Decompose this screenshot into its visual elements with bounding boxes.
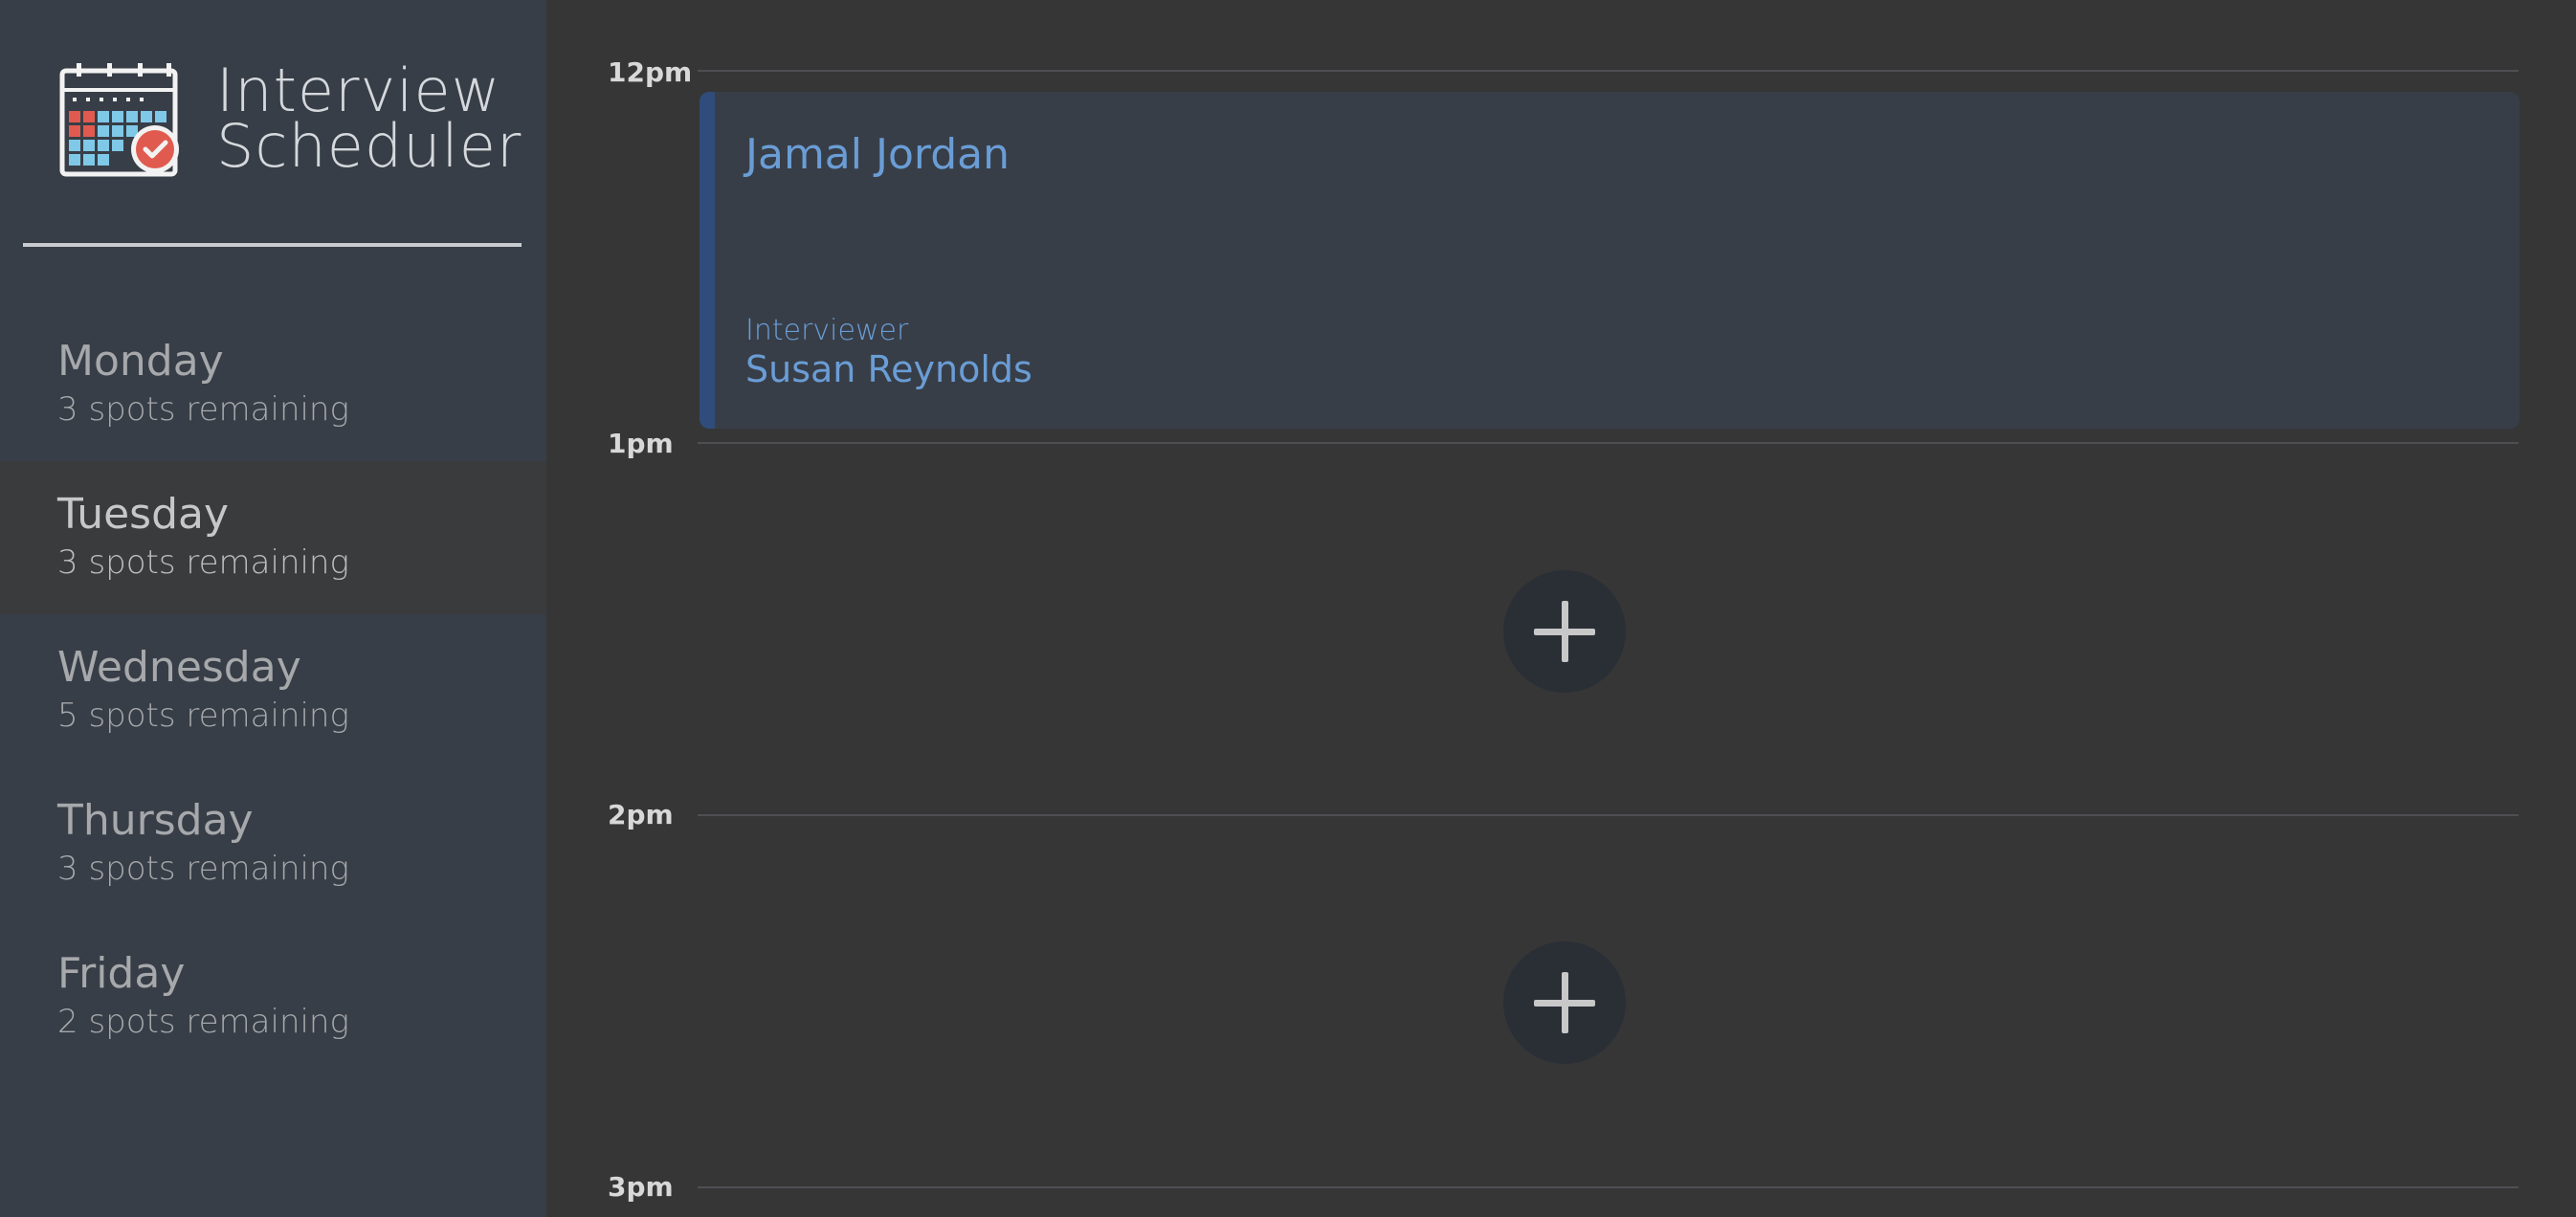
appointment-accent-bar [700, 92, 715, 429]
day-name: Wednesday [57, 643, 301, 692]
day-item-thursday[interactable]: Thursday 3 spots remaining [0, 767, 546, 920]
day-spots: 3 spots remaining [57, 390, 349, 429]
student-name: Jamal Jordan [745, 130, 1010, 179]
day-item-friday[interactable]: Friday 2 spots remaining [0, 920, 546, 1073]
day-item-tuesday[interactable]: Tuesday 3 spots remaining [0, 461, 546, 614]
time-divider [698, 1186, 2519, 1188]
time-divider [698, 814, 2519, 816]
add-appointment-button[interactable] [1503, 570, 1626, 693]
sidebar: Interview Scheduler Monday 3 spots remai… [0, 0, 546, 1217]
day-name: Monday [57, 337, 224, 386]
day-item-wednesday[interactable]: Wednesday 5 spots remaining [0, 614, 546, 767]
sidebar-divider [23, 243, 522, 247]
day-spots: 3 spots remaining [57, 850, 349, 888]
time-label-2pm: 2pm [608, 799, 674, 830]
calendar-check-icon [59, 63, 182, 178]
time-label-1pm: 1pm [608, 428, 674, 459]
day-name: Tuesday [57, 490, 230, 539]
interviewer-label: Interviewer [745, 314, 909, 347]
time-divider [698, 442, 2519, 444]
day-name: Friday [57, 949, 186, 998]
add-appointment-button[interactable] [1503, 941, 1626, 1064]
day-name: Thursday [57, 796, 254, 845]
app-title: Interview Scheduler [216, 61, 522, 181]
time-label-3pm: 3pm [608, 1171, 674, 1203]
time-label-12pm: 12pm [608, 56, 693, 88]
day-spots: 3 spots remaining [57, 543, 349, 582]
day-spots: 5 spots remaining [57, 697, 349, 735]
app-root: Interview Scheduler Monday 3 spots remai… [0, 0, 2576, 1217]
interviewer-name: Susan Reynolds [745, 348, 1033, 390]
appointment-card[interactable]: Jamal Jordan Interviewer Susan Reynolds [700, 92, 2520, 429]
day-list: Monday 3 spots remaining Tuesday 3 spots… [0, 308, 546, 1073]
brand: Interview Scheduler [59, 61, 521, 182]
day-spots: 2 spots remaining [57, 1003, 349, 1041]
time-divider [698, 70, 2519, 72]
app-title-line2: Scheduler [216, 111, 522, 181]
day-item-monday[interactable]: Monday 3 spots remaining [0, 308, 546, 461]
schedule: 12pm Jamal Jordan Interviewer Susan Reyn… [546, 0, 2576, 1217]
